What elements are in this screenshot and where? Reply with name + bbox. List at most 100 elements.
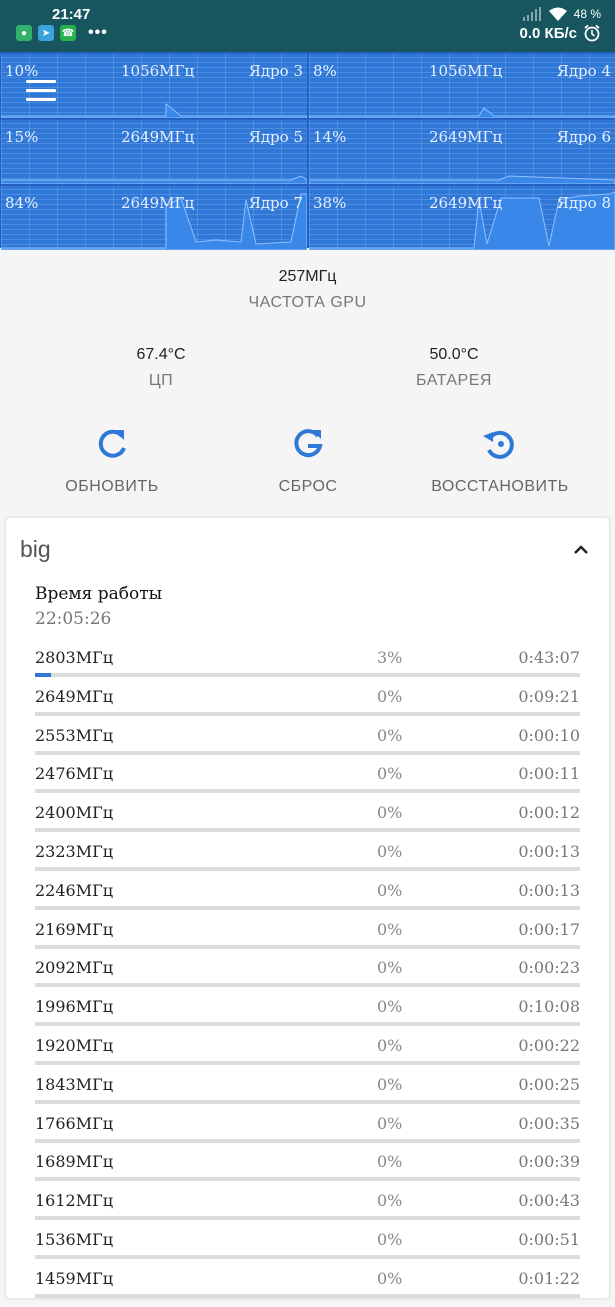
- row-progress-bar: [35, 1138, 580, 1143]
- row-time: 0:00:11: [518, 764, 580, 784]
- row-progress-bar: [35, 1099, 580, 1104]
- core-frequency: 2649МГц: [121, 128, 195, 146]
- row-progress-bar: [35, 1293, 580, 1298]
- row-percent: 0%: [377, 958, 403, 978]
- row-time: 0:43:07: [518, 648, 580, 667]
- restore-label: ВОССТАНОВИТЬ: [431, 478, 569, 495]
- whatsapp-icon: ☎: [60, 25, 76, 41]
- frequency-row: 2092МГц 0% 0:00:23: [35, 958, 580, 996]
- row-frequency: 2553МГц: [35, 725, 113, 745]
- row-time: 0:10:08: [518, 997, 580, 1017]
- row-frequency: 2400МГц: [35, 803, 113, 823]
- row-time: 0:00:13: [518, 842, 580, 861]
- status-right: 48 % 0.0 КБ/с: [520, 6, 601, 42]
- battery-percent: 48 %: [573, 7, 601, 21]
- row-progress-fill: [35, 673, 52, 677]
- row-time: 0:00:43: [518, 1191, 580, 1211]
- row-percent: 0%: [377, 1191, 403, 1211]
- row-progress-bar: [35, 789, 580, 794]
- row-progress-bar: [35, 867, 580, 871]
- cpu-temperature: 67.4°C ЦП: [61, 346, 261, 390]
- battery-temp-value: 50.0°C: [429, 346, 479, 363]
- row-progress-bar: [35, 1061, 580, 1065]
- signal-icon: [522, 7, 541, 21]
- status-bar: 21:47 ● ➤ ☎ ••• 48 % 0.0 КБ/с: [0, 0, 615, 52]
- row-progress-bar: [35, 711, 580, 716]
- reset-label: СБРОС: [278, 478, 338, 495]
- cpu-core-graphs: 10% 1056МГц Ядро 3 8% 1056МГц Ядро 4 15%…: [0, 52, 615, 250]
- frequency-row: 2553МГц 0% 0:00:10: [35, 726, 580, 764]
- cpu-temp-label: ЦП: [148, 372, 174, 389]
- row-frequency: 1766МГц: [35, 1113, 113, 1133]
- core-load-pct: 84%: [5, 194, 39, 212]
- row-frequency: 1536МГц: [35, 1230, 113, 1249]
- row-percent: 0%: [377, 803, 403, 823]
- row-time: 0:00:10: [518, 725, 580, 745]
- row-time: 0:00:22: [518, 1036, 580, 1055]
- shield-app-icon: ●: [16, 25, 32, 41]
- core-frequency: 2649МГц: [429, 194, 503, 212]
- menu-icon[interactable]: [26, 80, 56, 104]
- frequency-row: 2400МГц 0% 0:00:12: [35, 803, 580, 841]
- row-frequency: 2246МГц: [35, 880, 113, 900]
- cluster-card: big Время работы 22:05:26 2803МГц 3% 0:43:…: [6, 518, 609, 1298]
- core-name: Ядро 4: [556, 62, 611, 80]
- core-graph-7: 84% 2649МГц Ядро 7: [1, 186, 307, 250]
- row-percent: 0%: [377, 1074, 403, 1094]
- core-load-pct: 38%: [313, 194, 347, 212]
- refresh-button[interactable]: ОБНОВИТЬ: [22, 424, 202, 496]
- frequency-row: 1920МГц 0% 0:00:22: [35, 1036, 580, 1074]
- row-time: 0:00:39: [518, 1152, 580, 1172]
- frequency-row: 2246МГц 0% 0:00:13: [35, 881, 580, 919]
- gpu-frequency-value: 257МГц: [278, 268, 337, 285]
- row-time: 0:00:35: [518, 1113, 580, 1133]
- row-progress-bar: [35, 983, 580, 988]
- status-time: 21:47: [52, 6, 91, 23]
- telegram-icon: ➤: [38, 25, 54, 41]
- restore-button[interactable]: ВОССТАНОВИТЬ: [410, 424, 590, 496]
- refresh-label: ОБНОВИТЬ: [65, 478, 159, 495]
- row-frequency: 1459МГц: [35, 1268, 113, 1288]
- core-name: Ядро 6: [556, 128, 611, 146]
- row-time: 0:09:21: [518, 686, 580, 706]
- refresh-icon: [98, 429, 126, 458]
- row-frequency: 2476МГц: [35, 764, 113, 784]
- battery-temperature: 50.0°C БАТАРЕЯ: [354, 346, 554, 390]
- row-percent: 0%: [377, 880, 403, 900]
- wifi-icon: [548, 7, 567, 21]
- row-progress-bar: [35, 1022, 580, 1027]
- row-percent: 0%: [377, 1230, 403, 1249]
- core-load-pct: 10%: [5, 62, 39, 80]
- core-name: Ядро 8: [556, 194, 611, 212]
- row-percent: 0%: [377, 997, 403, 1017]
- gpu-frequency-label: ЧАСТОТА GPU: [248, 294, 367, 311]
- core-frequency: 2649МГц: [429, 128, 503, 146]
- uptime-value: 22:05:26: [35, 609, 112, 629]
- cpu-temp-value: 67.4°C: [136, 346, 186, 363]
- frequency-row: 2803МГц 3% 0:43:07: [35, 648, 580, 686]
- row-time: 0:01:22: [518, 1268, 580, 1288]
- row-time: 0:00:13: [518, 880, 580, 900]
- collapse-chevron-icon[interactable]: [571, 540, 591, 560]
- core-load-pct: 8%: [313, 62, 337, 80]
- row-time: 0:00:25: [518, 1074, 580, 1094]
- row-frequency: 1843МГц: [35, 1074, 113, 1094]
- row-frequency: 2323МГц: [35, 842, 113, 861]
- core-graph-5: 15% 2649МГц Ядро 5: [1, 120, 307, 184]
- battery-temp-label: БАТАРЕЯ: [416, 372, 492, 389]
- network-speed: 0.0 КБ/с: [519, 24, 577, 42]
- core-graph-8: 38% 2649МГц Ядро 8: [309, 186, 615, 250]
- row-percent: 0%: [377, 1152, 403, 1172]
- restore-icon: [483, 430, 514, 459]
- frequency-row: 1766МГц 0% 0:00:35: [35, 1114, 580, 1152]
- uptime-label: Время работы: [35, 584, 163, 604]
- frequency-row: 1689МГц 0% 0:00:39: [35, 1152, 580, 1190]
- core-frequency: 1056МГц: [429, 62, 503, 80]
- reset-button[interactable]: СБРОС: [218, 424, 398, 496]
- row-progress-bar: [35, 750, 580, 755]
- frequency-row: 1459МГц 0% 0:01:22: [35, 1269, 580, 1307]
- row-percent: 0%: [377, 1268, 403, 1288]
- frequency-row: 1536МГц 0% 0:00:51: [35, 1230, 580, 1268]
- core-frequency: 1056МГц: [121, 62, 195, 80]
- row-percent: 0%: [377, 764, 403, 784]
